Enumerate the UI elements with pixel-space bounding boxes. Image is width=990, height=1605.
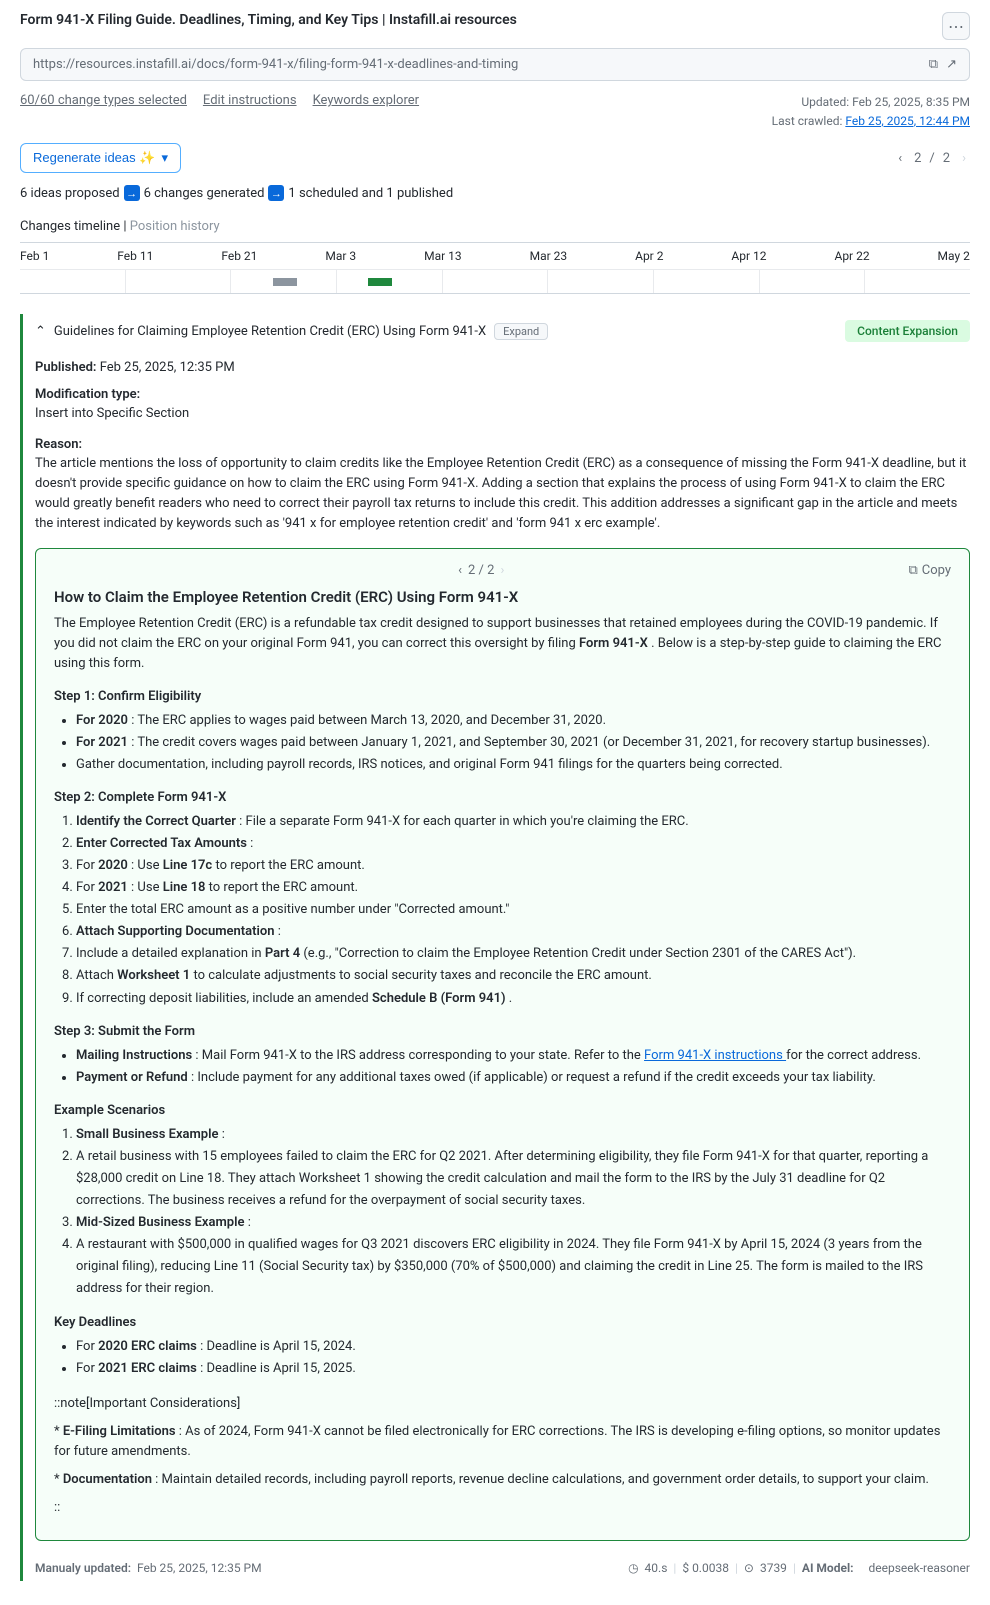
list-item: A retail business with 15 employees fail… [76, 1146, 951, 1212]
pager-prev-icon[interactable]: ‹ [894, 149, 906, 168]
list-item: For 2020 ERC claims : Deadline is April … [76, 1336, 951, 1358]
copy-url-icon[interactable]: ⧉ [929, 57, 938, 72]
copy-icon: ⧉ [908, 563, 917, 578]
content-expansion-badge: Content Expansion [845, 320, 970, 342]
change-types-link[interactable]: 60/60 change types selected [20, 93, 187, 108]
open-url-icon[interactable]: ↗ [946, 57, 957, 72]
timeline-bar [368, 278, 392, 286]
deadlines-heading: Key Deadlines [54, 1315, 951, 1330]
published-label: Published: [35, 360, 96, 375]
content-heading: How to Claim the Employee Retention Cred… [54, 588, 951, 606]
collapse-icon[interactable]: ⌃ [35, 324, 46, 339]
list-item: Mailing Instructions : Mail Form 941-X t… [76, 1045, 951, 1067]
timeline-header: Changes timeline | Position history [20, 219, 970, 234]
expand-button[interactable]: Expand [494, 323, 548, 340]
step2-heading: Step 2: Complete Form 941-X [54, 790, 951, 805]
list-item: For 2021 : Use Line 18 to report the ERC… [76, 877, 951, 899]
pager-next-icon[interactable]: › [958, 149, 970, 168]
list-item: Include a detailed explanation in Part 4… [76, 943, 951, 965]
token-icon: ⊙ [744, 1561, 754, 1575]
last-crawled-link[interactable]: Feb 25, 2025, 12:44 PM [845, 114, 970, 128]
note-item: * E-Filing Limitations : As of 2024, For… [54, 1422, 951, 1462]
more-button[interactable]: ⋯ [942, 12, 970, 40]
step1-heading: Step 1: Confirm Eligibility [54, 689, 951, 704]
note-open: ::note[Important Considerations] [54, 1394, 951, 1414]
list-item: Payment or Refund : Include payment for … [76, 1067, 951, 1089]
list-item: For 2020 : The ERC applies to wages paid… [76, 710, 951, 732]
list-item: Enter the total ERC amount as a positive… [76, 899, 951, 921]
modification-type-label: Modification type: [35, 387, 970, 402]
reason-label: Reason: [35, 437, 970, 452]
list-item: For 2021 : The credit covers wages paid … [76, 732, 951, 754]
arrow-icon: → [268, 185, 284, 201]
reason-text: The article mentions the loss of opportu… [35, 454, 970, 535]
content-intro: The Employee Retention Credit (ERC) is a… [54, 614, 951, 674]
clock-icon: ◷ [628, 1561, 638, 1575]
list-item: For 2021 ERC claims : Deadline is April … [76, 1358, 951, 1380]
list-item: Mid-Sized Business Example : [76, 1212, 951, 1234]
list-item: A restaurant with $500,000 in qualified … [76, 1234, 951, 1300]
meta-info: Updated: Feb 25, 2025, 8:35 PM Last craw… [772, 93, 970, 131]
status-row: 6 ideas proposed → 6 changes generated →… [20, 185, 970, 201]
timeline: Feb 1Feb 11Feb 21Mar 3Mar 13Mar 23Apr 2A… [20, 242, 970, 294]
url-bar: https://resources.instafill.ai/docs/form… [20, 48, 970, 81]
modification-type-value: Insert into Specific Section [35, 404, 970, 424]
edit-instructions-link[interactable]: Edit instructions [203, 93, 297, 108]
note-item: * Documentation : Maintain detailed reco… [54, 1470, 951, 1490]
card-footer: Manualy updated: Feb 25, 2025, 12:35 PM … [35, 1555, 970, 1581]
published-value: Feb 25, 2025, 12:35 PM [100, 360, 235, 375]
form-instructions-link[interactable]: Form 941-X instructions [644, 1048, 786, 1063]
page-title: Form 941-X Filing Guide. Deadlines, Timi… [20, 12, 517, 28]
list-item: Gather documentation, including payroll … [76, 754, 951, 776]
list-item: Enter Corrected Tax Amounts : [76, 833, 951, 855]
regenerate-button[interactable]: Regenerate ideas ✨ ▾ [20, 143, 181, 173]
keywords-explorer-link[interactable]: Keywords explorer [313, 93, 420, 108]
list-item: Identify the Correct Quarter : File a se… [76, 811, 951, 833]
url-text: https://resources.instafill.ai/docs/form… [33, 57, 518, 72]
timeline-bar [273, 278, 297, 286]
idea-card: ⌃ Guidelines for Claiming Employee Reten… [20, 314, 970, 1581]
arrow-icon: → [124, 185, 140, 201]
content-pager-prev-icon[interactable]: ‹ [458, 563, 462, 578]
content-pager-next-icon[interactable]: › [500, 563, 504, 578]
list-item: For 2020 : Use Line 17c to report the ER… [76, 855, 951, 877]
generated-content: ‹ 2 / 2 › ⧉ Copy How to Claim the Employ… [35, 548, 970, 1541]
list-item: Attach Worksheet 1 to calculate adjustme… [76, 965, 951, 987]
list-item: If correcting deposit liabilities, inclu… [76, 988, 951, 1010]
step3-heading: Step 3: Submit the Form [54, 1024, 951, 1039]
chevron-down-icon: ▾ [161, 150, 168, 166]
copy-button[interactable]: ⧉ Copy [908, 563, 951, 578]
note-close: :: [54, 1498, 951, 1518]
examples-heading: Example Scenarios [54, 1103, 951, 1118]
top-pager: ‹ 2 / 2 › [894, 149, 970, 168]
list-item: Attach Supporting Documentation : [76, 921, 951, 943]
list-item: Small Business Example : [76, 1124, 951, 1146]
card-title: Guidelines for Claiming Employee Retenti… [54, 324, 486, 339]
